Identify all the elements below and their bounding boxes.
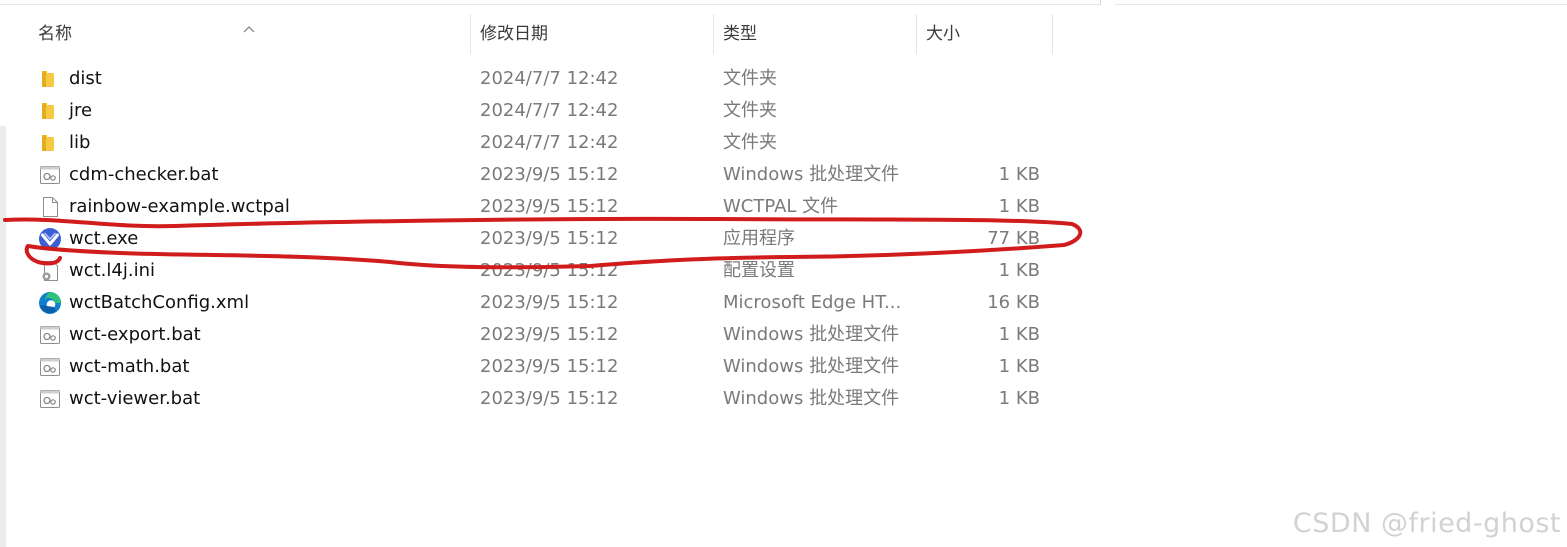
file-explorer-view: 名称 修改日期 类型 大小 dist 2024/7/7 12:42 文件夹 jre 20… bbox=[0, 0, 1567, 547]
red-annotation-circle bbox=[3, 216, 1083, 270]
watermark: CSDN @fried-ghost bbox=[1292, 508, 1561, 539]
